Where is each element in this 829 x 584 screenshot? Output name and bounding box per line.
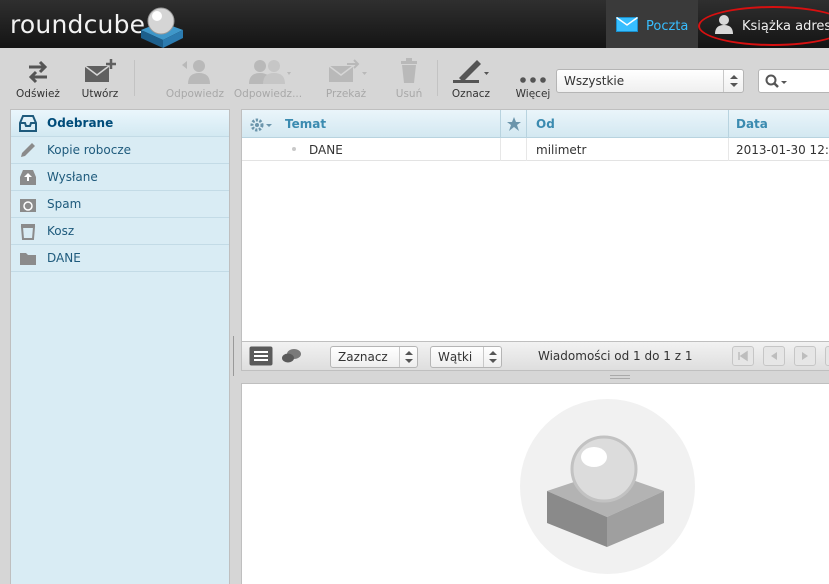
flag-star-icon[interactable] (507, 117, 521, 131)
more-button[interactable]: Więcej (513, 58, 553, 104)
next-page-button[interactable] (794, 346, 816, 366)
search-icon (765, 74, 787, 88)
reply-user-icon (182, 60, 210, 84)
filter-select-value: Wszystkie (564, 74, 625, 88)
roundcube-logo-icon (141, 7, 183, 48)
folder-inbox[interactable]: Odebrane (11, 110, 229, 137)
folder-label: Wysłane (47, 170, 98, 184)
previous-page-button[interactable] (763, 346, 785, 366)
vertical-splitter[interactable] (233, 336, 237, 376)
roundcube-watermark-logo (520, 399, 695, 574)
select-dropdown[interactable]: Zaznacz (330, 346, 418, 368)
forward-envelope-icon (328, 59, 367, 82)
forward-label: Przekaż (325, 88, 367, 100)
select-arrows-icon (483, 347, 501, 367)
unread-dot-icon (292, 147, 296, 151)
delete-button[interactable]: Usuń (391, 58, 427, 104)
forward-button[interactable]: Przekaż (320, 58, 372, 104)
compose-envelope-icon (84, 59, 116, 82)
column-from[interactable]: Od (536, 117, 555, 131)
more-dots-icon (520, 77, 546, 83)
folder-icon (20, 253, 36, 265)
trash-icon (20, 224, 36, 240)
horizontal-splitter[interactable] (610, 375, 630, 379)
message-preview (241, 383, 829, 584)
message-count: Wiadomości od 1 do 1 z 1 (538, 349, 693, 363)
logo-text: roundcube (10, 10, 146, 39)
column-divider (526, 110, 527, 138)
message-subject: DANE (309, 143, 343, 157)
folder-drafts[interactable]: Kopie robocze (11, 137, 229, 164)
folder-label: Spam (47, 197, 82, 211)
threads-dropdown[interactable]: Wątki (430, 346, 502, 368)
select-arrows-icon (399, 347, 417, 367)
search-input[interactable] (758, 69, 829, 93)
folder-label: DANE (47, 251, 81, 265)
column-divider (728, 110, 729, 138)
mark-button[interactable]: Oznacz (449, 58, 493, 104)
message-list: Temat Od Data DANE milimetr 2013-01-30 1… (241, 109, 829, 371)
marker-icon (453, 60, 489, 83)
toolbar-divider (134, 60, 135, 96)
first-page-button[interactable] (732, 346, 754, 366)
folder-trash[interactable]: Kosz (11, 218, 229, 245)
folder-label: Odebrane (47, 116, 114, 130)
message-date: 2013-01-30 12:3 (736, 143, 829, 157)
row-divider (526, 138, 527, 161)
next-page-icon (802, 352, 808, 360)
table-row[interactable]: DANE milimetr 2013-01-30 12:3 (242, 138, 829, 161)
previous-page-icon (771, 352, 777, 360)
mark-label: Oznacz (451, 88, 491, 100)
column-divider (500, 110, 501, 138)
folder-sent[interactable]: Wysłane (11, 164, 229, 191)
first-page-icon (738, 350, 748, 362)
envelope-icon (616, 17, 638, 32)
compose-button[interactable]: Utwórz (78, 58, 122, 104)
more-label: Więcej (515, 88, 551, 100)
row-divider (728, 138, 729, 161)
threads-view-icon[interactable] (282, 348, 302, 364)
toolbar-divider (437, 60, 438, 96)
list-options-gear-icon[interactable] (250, 118, 276, 132)
reply-all-users-icon (249, 60, 291, 84)
message-list-footer: Zaznacz Wątki Wiadomości od 1 do 1 z 1 (241, 341, 829, 371)
reply-all-label: Odpowiedz... (233, 88, 303, 100)
header-bar: roundcube Poczta Książka adresowa (0, 0, 829, 48)
refresh-label: Odśwież (16, 88, 60, 100)
column-subject[interactable]: Temat (285, 117, 326, 131)
trash-icon (401, 58, 417, 83)
refresh-button[interactable]: Odśwież (14, 58, 62, 104)
nav-mail[interactable]: Poczta (606, 0, 698, 48)
last-page-button[interactable] (825, 346, 829, 366)
message-from: milimetr (536, 143, 587, 157)
spam-icon (20, 199, 36, 212)
folder-spam[interactable]: Spam (11, 191, 229, 218)
reply-button[interactable]: Odpowiedz (163, 58, 227, 104)
inbox-icon (19, 115, 37, 132)
list-view-icon[interactable] (249, 346, 273, 366)
column-date[interactable]: Data (736, 117, 768, 131)
folder-label: Kosz (47, 224, 75, 238)
sent-icon (20, 170, 36, 185)
refresh-arrows-icon (28, 60, 48, 84)
folder-list: Odebrane Kopie robocze Wysłane Spam Kosz… (10, 109, 230, 584)
delete-label: Usuń (395, 88, 423, 100)
roundcube-watermark-icon (547, 435, 664, 547)
nav-mail-label: Poczta (646, 19, 689, 34)
folder-dane[interactable]: DANE (11, 245, 229, 272)
reply-label: Odpowiedz (165, 88, 225, 100)
compose-label: Utwórz (81, 88, 119, 100)
threads-dropdown-label: Wątki (438, 350, 473, 364)
row-divider (500, 138, 501, 161)
filter-select[interactable]: Wszystkie (556, 69, 744, 93)
select-arrows-icon (723, 70, 743, 92)
select-dropdown-label: Zaznacz (338, 350, 388, 364)
message-list-header: Temat Od Data (242, 110, 829, 138)
reply-all-button[interactable]: Odpowiedz... (232, 58, 304, 104)
folder-label: Kopie robocze (47, 143, 132, 157)
pencil-icon (21, 143, 35, 157)
